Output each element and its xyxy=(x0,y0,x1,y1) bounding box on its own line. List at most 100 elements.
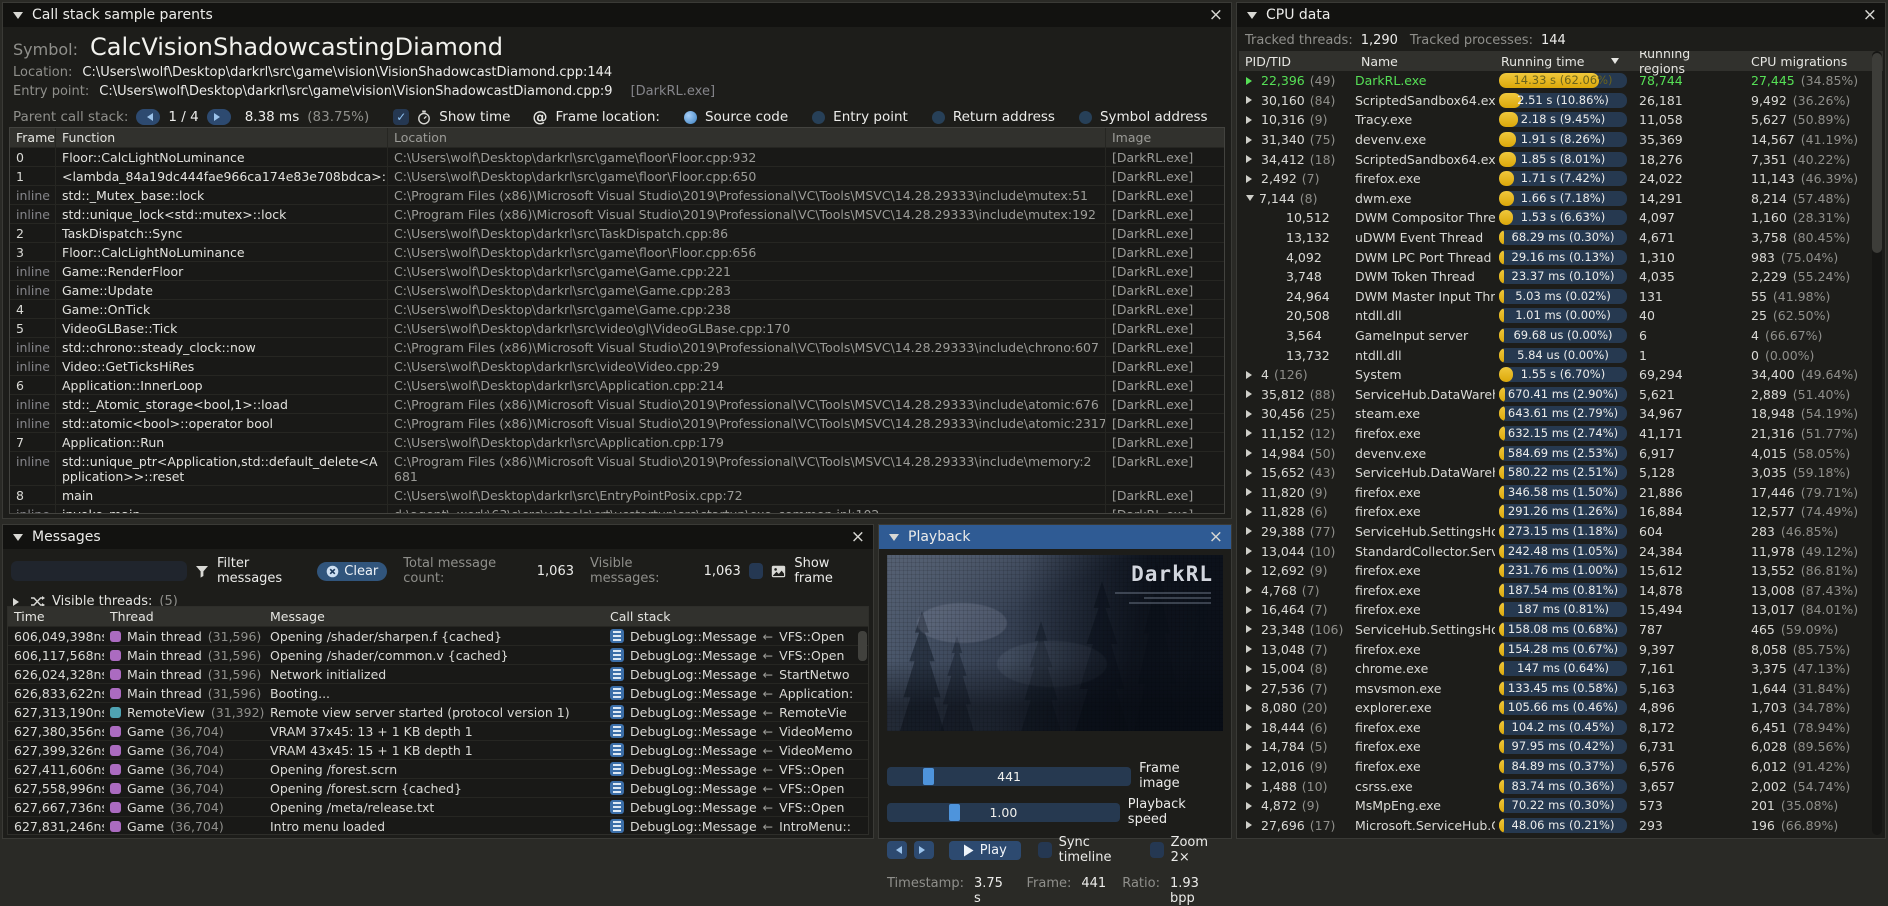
cpu-process-row[interactable]: 14,784(5)firefox.exe97.95 ms (0.42%)6,73… xyxy=(1239,737,1883,757)
cpu-process-row[interactable]: 4,092DWM LPC Port Thread29.16 ms (0.13%)… xyxy=(1239,247,1883,267)
cpu-process-row[interactable]: 10,316(9)Tracy.exe2.18 s (9.45%)11,0585,… xyxy=(1239,110,1883,130)
expand-row-icon[interactable] xyxy=(1246,155,1256,163)
callstack-table-row[interactable]: inlinestd::atomic<bool>::operator boolC:… xyxy=(10,413,1224,432)
cpu-process-row[interactable]: 11,828(6)firefox.exe291.26 ms (1.26%)16,… xyxy=(1239,502,1883,522)
prev-parent-button[interactable] xyxy=(136,109,160,125)
message-row[interactable]: 627,313,190nsRemoteView(31,392)Remote vi… xyxy=(8,702,868,721)
cpu-process-row[interactable]: 13,044(10)StandardCollector.Servic242.48… xyxy=(1239,541,1883,561)
callstack-table-row[interactable]: 6Application::InnerLoopC:\Users\wolf\Des… xyxy=(10,375,1224,394)
cpu-process-row[interactable]: 13,732ntdll.dll5.84 us (0.00%)10(0.00%) xyxy=(1239,345,1883,365)
callstack-list-icon[interactable] xyxy=(610,819,624,833)
col-running-regions[interactable]: Running regions xyxy=(1633,51,1745,76)
cpu-process-row[interactable]: 11,152(12)firefox.exe632.15 ms (2.74%)41… xyxy=(1239,424,1883,444)
col-message[interactable]: Message xyxy=(264,607,604,626)
callstack-table-row[interactable]: inlinestd::_Mutex_base::lockC:\Program F… xyxy=(10,185,1224,204)
col-frame[interactable]: Frame xyxy=(10,128,56,147)
cpu-process-row[interactable]: 10,512DWM Compositor Threa1.53 s (6.63%)… xyxy=(1239,208,1883,228)
callstack-table-row[interactable]: 3Floor::CalcLightNoLuminanceC:\Users\wol… xyxy=(10,242,1224,261)
close-icon[interactable]: × xyxy=(1863,7,1877,24)
cpu-process-row[interactable]: 16,464(7)firefox.exe187 ms (0.81%)15,494… xyxy=(1239,600,1883,620)
cpu-process-row[interactable]: 30,456(25)steam.exe643.61 ms (2.79%)34,9… xyxy=(1239,404,1883,424)
cpu-process-row[interactable]: 13,132uDWM Event Thread68.29 ms (0.30%)4… xyxy=(1239,228,1883,248)
col-name[interactable]: Name xyxy=(1355,54,1495,69)
callstack-list-icon[interactable] xyxy=(610,667,624,681)
cpu-process-row[interactable]: 15,004(8)chrome.exe147 ms (0.64%)7,1613,… xyxy=(1239,659,1883,679)
cpu-scrollbar[interactable] xyxy=(1872,51,1882,835)
callstack-table-row[interactable]: inlineinvoke_maind:\agent\_work\63\s\src… xyxy=(10,504,1224,514)
next-parent-button[interactable] xyxy=(207,109,231,125)
message-row[interactable]: 627,558,996nsGame(36,704)Opening /forest… xyxy=(8,778,868,797)
expand-row-icon[interactable] xyxy=(1246,567,1256,575)
close-icon[interactable]: × xyxy=(1209,529,1223,546)
callstack-table-row[interactable]: inlineGame::UpdateC:\Users\wolf\Desktop\… xyxy=(10,280,1224,299)
callstack-table-row[interactable]: inlinestd::unique_lock<std::mutex>::lock… xyxy=(10,204,1224,223)
cpu-process-row[interactable]: 20,508ntdll.dll1.01 ms (0.00%)4025(62.50… xyxy=(1239,306,1883,326)
callstack-table-row[interactable]: 1<lambda_84a19dc444fae966ca174e83e708bdc… xyxy=(10,166,1224,185)
col-cpu-migrations[interactable]: CPU migrations xyxy=(1745,54,1883,69)
col-time[interactable]: Time xyxy=(8,607,104,626)
expand-row-icon[interactable] xyxy=(1246,136,1256,144)
cpu-process-row[interactable]: 4(126)System1.55 s (6.70%)69,29434,400(4… xyxy=(1239,365,1883,385)
messages-scrollbar-thumb[interactable] xyxy=(858,631,867,661)
callstack-table-row[interactable]: inlineVideo::GetTicksHiResC:\Users\wolf\… xyxy=(10,356,1224,375)
cpu-process-row[interactable]: 23,348(106)ServiceHub.SettingsHost158.08… xyxy=(1239,620,1883,640)
expand-row-icon[interactable] xyxy=(1246,410,1256,418)
callstack-table-row[interactable]: 0Floor::CalcLightNoLuminanceC:\Users\wol… xyxy=(10,147,1224,166)
cpu-process-row[interactable]: 31,340(75)devenv.exe1.91 s (8.26%)35,369… xyxy=(1239,130,1883,150)
col-callstack[interactable]: Call stack xyxy=(604,607,868,626)
collapse-icon[interactable] xyxy=(889,534,899,546)
collapse-icon[interactable] xyxy=(13,12,23,24)
expand-row-icon[interactable] xyxy=(1246,77,1256,85)
message-row[interactable]: 627,411,606nsGame(36,704)Opening /forest… xyxy=(8,759,868,778)
col-image[interactable]: Image xyxy=(1106,128,1224,147)
message-row[interactable]: 627,380,356nsGame(36,704)VRAM 37x45: 13 … xyxy=(8,721,868,740)
zoom-2x-checkbox[interactable] xyxy=(1150,842,1164,858)
cpu-scrollbar-thumb[interactable] xyxy=(1872,53,1882,253)
callstack-table-row[interactable]: 5VideoGLBase::TickC:\Users\wolf\Desktop\… xyxy=(10,318,1224,337)
callstack-table-row[interactable]: 2TaskDispatch::SyncC:\Users\wolf\Desktop… xyxy=(10,223,1224,242)
message-row[interactable]: 627,667,736nsGame(36,704)Opening /meta/r… xyxy=(8,797,868,816)
cpu-process-row[interactable]: 3,748DWM Token Thread23.37 ms (0.10%)4,0… xyxy=(1239,267,1883,287)
cpu-process-row[interactable]: 12,016(9)firefox.exe84.89 ms (0.37%)6,57… xyxy=(1239,757,1883,777)
cpu-process-row[interactable]: 8,080(20)explorer.exe105.66 ms (0.46%)4,… xyxy=(1239,698,1883,718)
callstack-list-icon[interactable] xyxy=(610,705,624,719)
message-row[interactable]: 626,833,622nsMain thread(31,596)Booting.… xyxy=(8,683,868,702)
expand-row-icon[interactable] xyxy=(1246,488,1256,496)
expand-row-icon[interactable] xyxy=(1246,625,1256,633)
cpu-process-row[interactable]: 7,144(8)dwm.exe1.66 s (7.18%)14,2918,214… xyxy=(1239,189,1883,209)
cpu-process-row[interactable]: 4,768(7)firefox.exe187.54 ms (0.81%)14,8… xyxy=(1239,580,1883,600)
cpu-process-row[interactable]: 27,536(7)msvsmon.exe133.45 ms (0.58%)5,1… xyxy=(1239,678,1883,698)
step-forward-button[interactable] xyxy=(914,841,934,859)
cpu-process-row[interactable]: 12,692(9)firefox.exe231.76 ms (1.00%)15,… xyxy=(1239,561,1883,581)
callstack-table-row[interactable]: 4Game::OnTickC:\Users\wolf\Desktop\darkr… xyxy=(10,299,1224,318)
callstack-list-icon[interactable] xyxy=(610,629,624,643)
play-button[interactable]: Play xyxy=(949,841,1021,860)
radio-return-address[interactable] xyxy=(932,111,945,124)
cpu-process-row[interactable]: 3,564GameInput server69.68 us (0.00%)64(… xyxy=(1239,326,1883,346)
cpu-process-row[interactable]: 22,396(49)DarkRL.exe14.33 s (62.06%)78,7… xyxy=(1239,71,1883,91)
message-row[interactable]: 606,049,398nsMain thread(31,596)Opening … xyxy=(8,626,868,645)
cpu-process-row[interactable]: 4,872(9)MsMpEng.exe70.22 ms (0.30%)57320… xyxy=(1239,796,1883,816)
cpu-process-row[interactable]: 18,444(6)firefox.exe104.2 ms (0.45%)8,17… xyxy=(1239,718,1883,738)
expand-row-icon[interactable] xyxy=(1246,606,1256,614)
expand-row-icon[interactable] xyxy=(1246,645,1256,653)
message-row[interactable]: 626,024,328nsMain thread(31,596)Network … xyxy=(8,664,868,683)
radio-symbol-address[interactable] xyxy=(1079,111,1092,124)
show-frame-checkbox[interactable] xyxy=(749,563,764,579)
sync-timeline-checkbox[interactable] xyxy=(1038,842,1052,858)
callstack-list-icon[interactable] xyxy=(610,724,624,738)
clear-button[interactable]: Clear xyxy=(317,562,387,581)
expand-row-icon[interactable] xyxy=(1246,821,1256,829)
expand-row-icon[interactable] xyxy=(1246,469,1256,477)
expand-row-icon[interactable] xyxy=(1246,782,1256,790)
expand-row-icon[interactable] xyxy=(1246,175,1256,183)
col-thread[interactable]: Thread xyxy=(104,607,264,626)
cpu-process-row[interactable]: 27,696(17)Microsoft.ServiceHub.Co48.06 m… xyxy=(1239,816,1883,836)
callstack-list-icon[interactable] xyxy=(610,743,624,757)
collapse-row-icon[interactable] xyxy=(1246,195,1254,205)
expand-row-icon[interactable] xyxy=(1246,371,1256,379)
radio-source-code[interactable] xyxy=(684,111,697,124)
callstack-list-icon[interactable] xyxy=(610,800,624,814)
cpu-process-row[interactable]: 34,412(18)ScriptedSandbox64.exe1.85 s (8… xyxy=(1239,149,1883,169)
callstack-table-row[interactable]: inlinestd::_Atomic_storage<bool,1>::load… xyxy=(10,394,1224,413)
